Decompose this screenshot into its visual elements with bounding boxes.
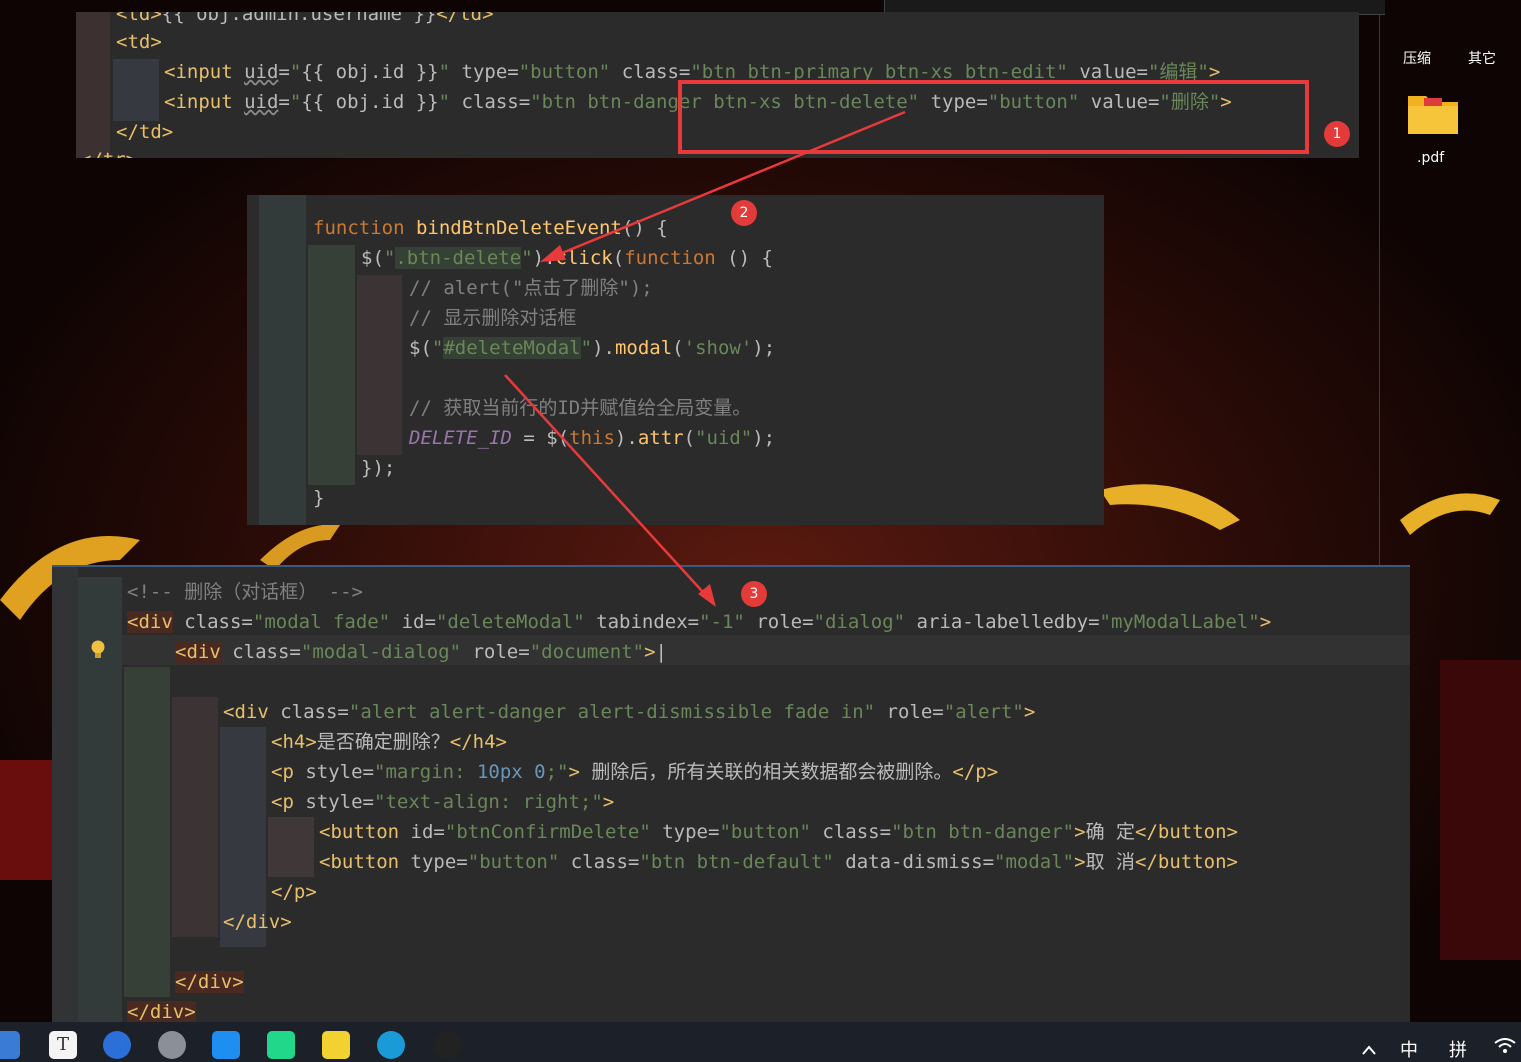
wifi-icon[interactable] xyxy=(1494,1038,1516,1054)
tray-ime[interactable]: 拼 xyxy=(1449,1036,1467,1062)
xunlei-icon[interactable] xyxy=(212,1031,240,1059)
typora-icon[interactable]: T xyxy=(49,1031,77,1059)
feishu-icon[interactable] xyxy=(103,1031,131,1059)
pycharm-icon[interactable] xyxy=(267,1031,295,1059)
potplayer-icon[interactable] xyxy=(322,1031,350,1059)
annotation-badge-3: 3 xyxy=(741,581,767,607)
tray-chevron-up-icon[interactable] xyxy=(1362,1040,1376,1055)
settings-icon[interactable] xyxy=(158,1031,186,1059)
edge-icon[interactable] xyxy=(377,1031,405,1059)
explorer-icon[interactable] xyxy=(0,1031,20,1059)
tray-language[interactable]: 中 xyxy=(1400,1036,1418,1062)
annotation-overlay xyxy=(504,80,1309,607)
annotation-badge-2: 2 xyxy=(731,200,757,226)
annotation-badge-1: 1 xyxy=(1324,121,1350,147)
qq-icon[interactable] xyxy=(433,1031,461,1059)
